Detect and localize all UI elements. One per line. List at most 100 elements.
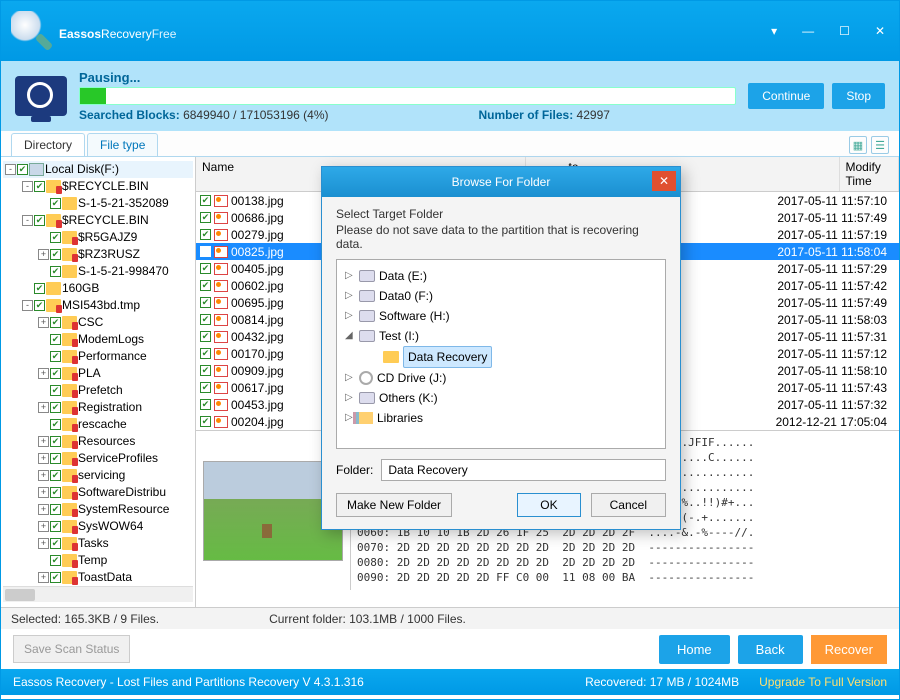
scan-status: Pausing... <box>79 70 736 85</box>
tree-item[interactable]: ✔ rescache <box>3 416 193 433</box>
selected-status: Selected: 165.3KB / 9 Files. <box>11 612 159 626</box>
drive-icon <box>359 270 375 282</box>
drive-icon <box>359 290 375 302</box>
tree-item[interactable]: +✔ Registration <box>3 399 193 416</box>
tree-item[interactable]: ✔ 160GB <box>3 280 193 297</box>
folder-icon <box>62 333 77 346</box>
stop-button[interactable]: Stop <box>832 83 885 109</box>
save-scan-button[interactable]: Save Scan Status <box>13 635 130 663</box>
tree-scrollbar[interactable] <box>3 586 193 602</box>
tree-item[interactable]: +✔ CSC <box>3 314 193 331</box>
folder-icon <box>62 248 77 261</box>
image-file-icon <box>214 399 228 411</box>
maximize-icon[interactable]: ☐ <box>839 24 850 38</box>
folder-tree-item[interactable]: ▷Others (K:) <box>345 388 657 408</box>
dialog-title: Browse For Folder ✕ <box>322 167 680 197</box>
cd-drive-icon <box>359 371 373 385</box>
make-new-folder-button[interactable]: Make New Folder <box>336 493 452 517</box>
folder-input[interactable] <box>381 459 666 481</box>
title-bar: EassosRecoveryFree ▾ — ☐ ✕ <box>1 1 899 61</box>
folder-tree-item[interactable]: ▷CD Drive (J:) <box>345 368 657 388</box>
folder-icon <box>62 486 77 499</box>
tree-item[interactable]: ✔ Temp <box>3 552 193 569</box>
folder-tree-item[interactable]: ▷Libraries <box>345 408 657 428</box>
tree-item[interactable]: ✔ Prefetch <box>3 382 193 399</box>
tabs-row: Directory File type ▦ ☰ <box>1 131 899 157</box>
tree-item[interactable]: ✔ S-1-5-21-998470 <box>3 263 193 280</box>
ok-button[interactable]: OK <box>517 493 580 517</box>
dialog-close-icon[interactable]: ✕ <box>652 171 676 191</box>
folder-tree-item[interactable]: ▷Data (E:) <box>345 266 657 286</box>
folder-icon <box>62 231 77 244</box>
tree-item[interactable]: +✔ Resources <box>3 433 193 450</box>
close-icon[interactable]: ✕ <box>875 24 885 38</box>
folder-icon <box>62 350 77 363</box>
image-file-icon <box>214 280 228 292</box>
tab-filetype[interactable]: File type <box>87 133 158 156</box>
folder-icon <box>62 197 77 210</box>
settings-icon[interactable]: ▾ <box>771 24 777 38</box>
bottom-bar: Eassos Recovery - Lost Files and Partiti… <box>1 669 899 695</box>
tree-item[interactable]: +✔ servicing <box>3 467 193 484</box>
directory-tree[interactable]: -✔ Local Disk(F:) -✔ $RECYCLE.BIN✔ S-1-5… <box>1 157 196 607</box>
tree-item[interactable]: +✔ $RZ3RUSZ <box>3 246 193 263</box>
progress-bar <box>79 87 736 105</box>
folder-tree-item[interactable]: ▷Data0 (F:) <box>345 286 657 306</box>
tab-directory[interactable]: Directory <box>11 133 85 156</box>
tree-root[interactable]: -✔ Local Disk(F:) <box>3 161 193 178</box>
minimize-icon[interactable]: — <box>802 24 814 38</box>
drive-icon <box>359 310 375 322</box>
back-button[interactable]: Back <box>738 635 803 664</box>
drive-icon <box>359 330 375 342</box>
view-list-icon[interactable]: ☰ <box>871 136 889 154</box>
folder-tree[interactable]: ▷Data (E:)▷Data0 (F:)▷Software (H:)◢Test… <box>336 259 666 449</box>
app-logo-icon <box>11 11 51 51</box>
view-icons-icon[interactable]: ▦ <box>849 136 867 154</box>
scan-monitor-icon <box>15 76 67 116</box>
tree-item[interactable]: +✔ SoftwareDistribu <box>3 484 193 501</box>
image-file-icon <box>214 297 228 309</box>
tree-item[interactable]: +✔ Tasks <box>3 535 193 552</box>
footer-buttons: Save Scan Status Home Back Recover <box>1 629 899 669</box>
tree-item[interactable]: +✔ PLA <box>3 365 193 382</box>
folder-tree-item[interactable]: ▷Software (H:) <box>345 306 657 326</box>
tree-item[interactable]: -✔ $RECYCLE.BIN <box>3 212 193 229</box>
continue-button[interactable]: Continue <box>748 83 824 109</box>
image-file-icon <box>214 195 228 207</box>
upgrade-link[interactable]: Upgrade To Full Version <box>759 675 887 689</box>
image-file-icon <box>214 416 228 428</box>
image-file-icon <box>214 365 228 377</box>
folder-icon <box>62 265 77 278</box>
image-file-icon <box>214 263 228 275</box>
tree-item[interactable]: ✔ S-1-5-21-352089 <box>3 195 193 212</box>
folder-icon <box>62 418 77 431</box>
current-folder-status: Current folder: 103.1MB / 1000 Files. <box>269 612 466 626</box>
image-file-icon <box>214 229 228 241</box>
folder-label: Folder: <box>336 463 373 477</box>
folder-icon <box>46 299 61 312</box>
image-file-icon <box>214 314 228 326</box>
tree-item[interactable]: +✔ ToastData <box>3 569 193 586</box>
tree-item[interactable]: ✔ ModemLogs <box>3 331 193 348</box>
tree-item[interactable]: ✔ $R5GAJZ9 <box>3 229 193 246</box>
home-button[interactable]: Home <box>659 635 730 664</box>
cancel-button[interactable]: Cancel <box>591 493 666 517</box>
disk-icon <box>29 163 44 176</box>
recover-button[interactable]: Recover <box>811 635 887 664</box>
tree-item[interactable]: -✔ MSI543bd.tmp <box>3 297 193 314</box>
folder-tree-item[interactable]: ◢Test (I:) <box>345 326 657 346</box>
tree-item[interactable]: +✔ SystemResource <box>3 501 193 518</box>
tree-item[interactable]: ✔ Performance <box>3 348 193 365</box>
libraries-icon <box>359 412 373 424</box>
folder-icon <box>62 401 77 414</box>
folder-tree-item[interactable]: Data Recovery <box>345 346 657 368</box>
folder-icon <box>62 316 77 329</box>
tree-item[interactable]: +✔ ServiceProfiles <box>3 450 193 467</box>
tree-item[interactable]: -✔ $RECYCLE.BIN <box>3 178 193 195</box>
folder-icon <box>62 537 77 550</box>
image-file-icon <box>214 382 228 394</box>
folder-icon <box>46 282 61 295</box>
folder-icon <box>62 469 77 482</box>
tree-item[interactable]: +✔ SysWOW64 <box>3 518 193 535</box>
app-title: EassosRecoveryFree <box>59 17 176 45</box>
